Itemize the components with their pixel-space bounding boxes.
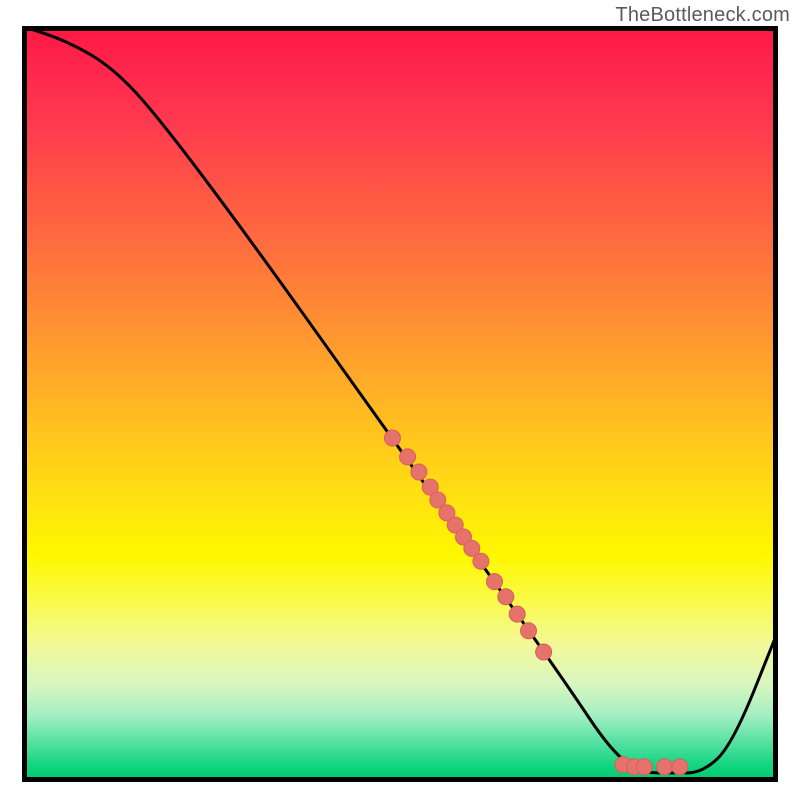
data-point — [636, 759, 652, 775]
data-points-group — [384, 430, 687, 775]
chart-svg — [22, 26, 778, 782]
data-point — [400, 449, 416, 465]
data-point — [384, 430, 400, 446]
chart-gradient-area — [22, 26, 778, 782]
data-point — [509, 606, 525, 622]
data-point — [498, 589, 514, 605]
data-point — [521, 623, 537, 639]
data-point — [487, 574, 503, 590]
data-point — [411, 464, 427, 480]
data-point — [536, 644, 552, 660]
data-point — [473, 553, 489, 569]
chart-frame — [25, 29, 776, 780]
data-point — [657, 759, 673, 775]
attribution-label: TheBottleneck.com — [615, 4, 790, 27]
bottleneck-curve — [22, 26, 778, 773]
data-point — [672, 759, 688, 775]
